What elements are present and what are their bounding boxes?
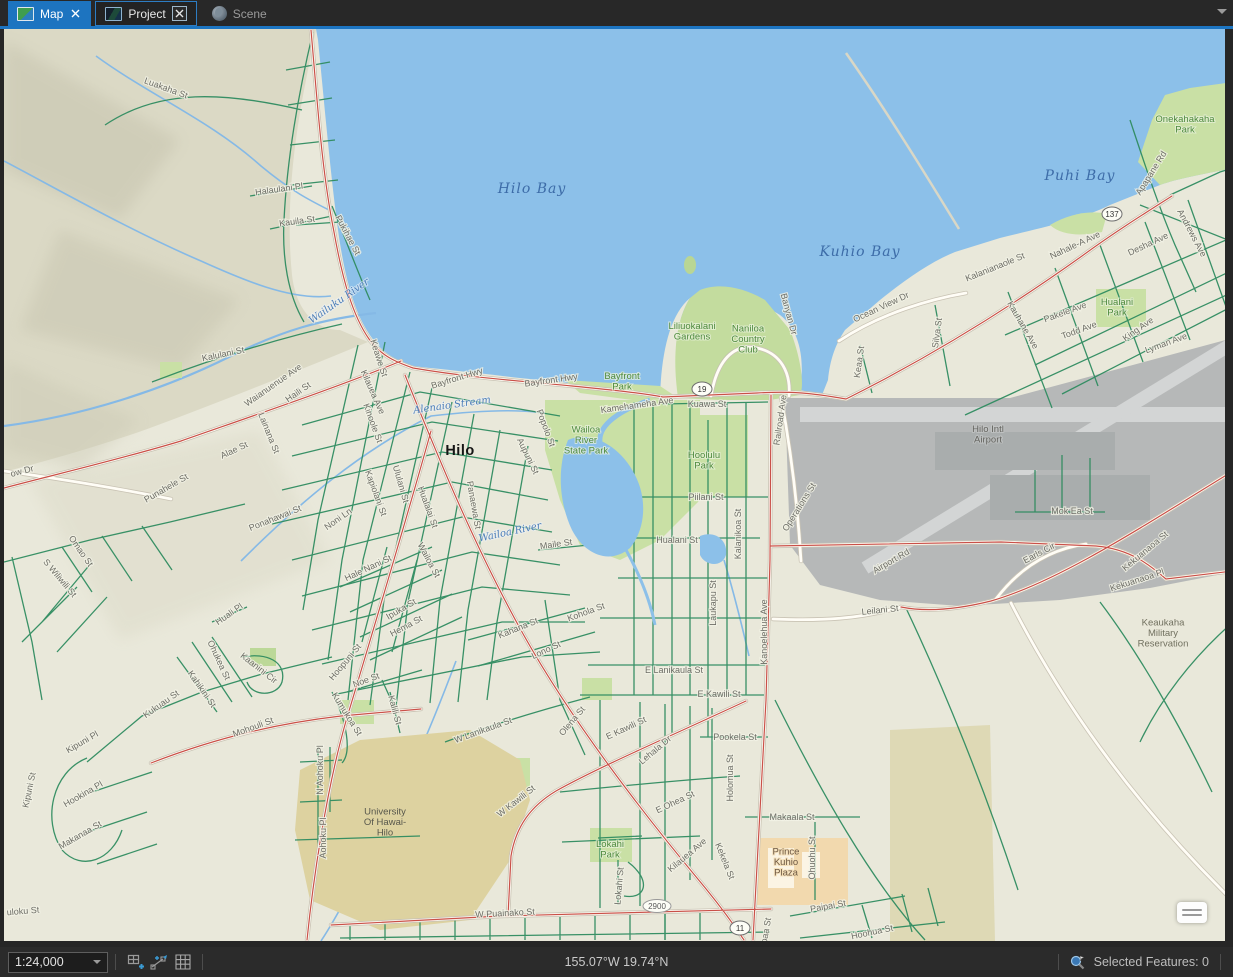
- tab-map-label: Map: [40, 6, 64, 21]
- route-shield: 137: [1101, 206, 1123, 222]
- map-label: E Lanikaula St: [645, 665, 704, 675]
- tab-project[interactable]: Project: [95, 1, 197, 26]
- divider: [115, 954, 116, 970]
- prince-kuhio-plaza-area: [757, 838, 848, 905]
- arcgis-pro-window: Map Project Scene 19 137 11 2900 Hilo Ba…: [0, 0, 1233, 977]
- divider: [1220, 954, 1221, 970]
- divider: [202, 954, 203, 970]
- tab-list-dropdown-icon[interactable]: [1217, 9, 1227, 14]
- scale-combobox[interactable]: 1:24,000: [8, 951, 108, 973]
- divider: [1057, 954, 1059, 970]
- map-label: Mok Ea St: [1051, 506, 1093, 516]
- map-label: Kuhio Bay: [818, 244, 900, 260]
- map-label: N Aohoku Pl: [315, 745, 325, 795]
- tab-scene[interactable]: Scene: [203, 1, 276, 26]
- chevron-down-icon: [93, 960, 101, 964]
- tab-scene-label: Scene: [232, 6, 267, 21]
- unplaced-labels-indicator[interactable]: [1177, 902, 1207, 923]
- map-label: Holomua St: [725, 754, 735, 802]
- grid-icon[interactable]: [173, 952, 193, 972]
- selected-features-count: Selected Features: 0: [1093, 955, 1209, 969]
- map-label: Piilani St: [688, 492, 724, 502]
- map-label: Aohoku Pl: [318, 817, 328, 858]
- status-bar: 1:24,000 155.07°W 19.74°N Selected Featu…: [0, 947, 1233, 977]
- map-viewport[interactable]: 19 137 11 2900 Hilo Bay Kuhio Bay Puhi Bay Wai…: [4, 29, 1225, 941]
- milepost-marker: 2900: [642, 899, 672, 913]
- svg-text:19: 19: [698, 385, 707, 394]
- map-label: Puhi Bay: [1044, 168, 1116, 184]
- grid-plus-icon[interactable]: [125, 952, 145, 972]
- map-label: Hilo: [445, 443, 474, 459]
- close-icon[interactable]: [171, 6, 187, 21]
- selection-magnifier-icon[interactable]: [1068, 952, 1088, 972]
- project-tab-icon: [105, 6, 123, 21]
- map-label: Kalanikoa St: [733, 508, 743, 559]
- map-label: Liliuokalani Gardens: [668, 321, 715, 343]
- route-shield: 19: [691, 381, 713, 397]
- map-label: Hilo Intl Airport: [972, 424, 1004, 446]
- close-icon[interactable]: [69, 7, 82, 20]
- svg-text:11: 11: [736, 924, 745, 933]
- map-tab-icon: [17, 6, 34, 21]
- map-label: Laukapu St: [708, 580, 718, 626]
- svg-text:2900: 2900: [648, 902, 666, 911]
- route-shield: 11: [729, 920, 751, 936]
- map-label: Hilo Bay: [497, 181, 567, 197]
- svg-text:137: 137: [1105, 210, 1119, 219]
- map-label: Pookela St: [713, 732, 757, 742]
- view-tab-bar: Map Project Scene: [0, 0, 1233, 26]
- map-label: Ohuohu St: [807, 836, 817, 880]
- scene-globe-icon: [211, 6, 227, 21]
- map-canvas: 19137112900 Hilo BayKuhio BayPuhi BayWai…: [4, 29, 1225, 941]
- map-label: E Kawili St: [697, 689, 741, 699]
- map-label: Kanoelehua Ave: [759, 599, 769, 664]
- scale-value: 1:24,000: [15, 955, 64, 969]
- map-label: Makaala St: [769, 812, 815, 822]
- map-label: Kuawa St: [688, 399, 727, 409]
- map-label: Prince Kuhio Plaza: [773, 847, 800, 879]
- tab-map[interactable]: Map: [8, 1, 92, 26]
- tab-project-label: Project: [128, 6, 166, 21]
- snapping-icon[interactable]: [149, 952, 169, 972]
- map-label: Hualani St: [656, 535, 698, 545]
